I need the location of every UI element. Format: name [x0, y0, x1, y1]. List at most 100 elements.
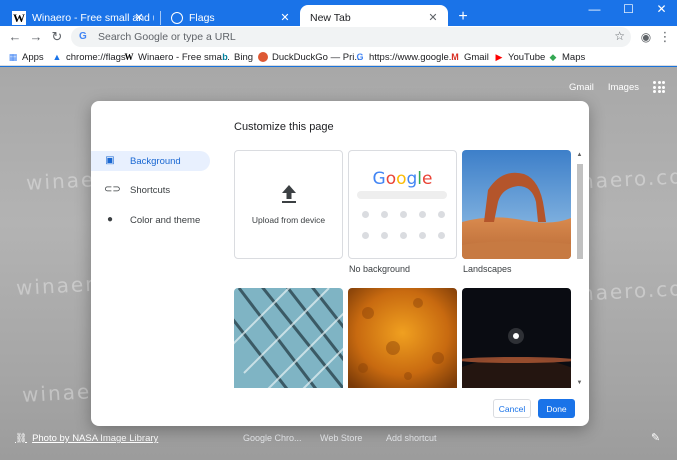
- image-icon: ▣: [105, 155, 115, 166]
- shortcut-label[interactable]: Google Chro...: [243, 433, 302, 443]
- bookmark-star-icon[interactable]: ☆: [614, 29, 625, 43]
- preview-dot: [438, 232, 445, 239]
- winaero-icon: W: [12, 10, 26, 25]
- forward-arrow-icon[interactable]: →: [27, 28, 45, 46]
- preview-dot: [362, 232, 369, 239]
- google-logo: Google: [372, 169, 433, 189]
- bottom-bar: ⛓ Photo by NASA Image Library Google Chr…: [0, 428, 677, 448]
- palette-icon: ●: [106, 214, 114, 225]
- scroll-down-icon[interactable]: ▼: [575, 380, 584, 386]
- maps-icon: ◆: [549, 52, 557, 62]
- link-icon: ⊂⊃: [104, 184, 121, 195]
- gmail-icon: M: [451, 52, 459, 62]
- winaero-icon: W: [124, 52, 134, 62]
- google-icon: G: [356, 52, 364, 62]
- bookmark-apps[interactable]: ▦ Apps: [8, 49, 44, 65]
- upload-arrow-icon: [281, 184, 296, 203]
- architecture-tile[interactable]: [234, 288, 343, 388]
- preview-search-bar: [357, 191, 447, 199]
- menu-item-label: Shortcuts: [130, 184, 171, 196]
- link-icon: ⛓: [15, 433, 28, 444]
- maximize-button[interactable]: ☐: [612, 0, 645, 20]
- landscape-image: [462, 150, 571, 259]
- tab-title: Flags: [189, 12, 215, 24]
- preview-dot: [381, 232, 388, 239]
- scrollbar[interactable]: ▲ ▼: [575, 152, 584, 388]
- menu-item-background[interactable]: ▣ Background: [91, 151, 210, 171]
- close-window-button[interactable]: ✕: [645, 0, 677, 20]
- bookmark-chrome-flags[interactable]: ▲ chrome://flags: [52, 49, 126, 65]
- space-image: [462, 288, 571, 388]
- upload-from-device-tile[interactable]: Upload from device: [234, 150, 343, 259]
- duckduckgo-icon: [258, 52, 268, 62]
- preview-dot: [381, 211, 388, 218]
- bookmark-winaero[interactable]: W Winaero - Free sma...: [124, 49, 230, 65]
- scroll-thumb[interactable]: [577, 164, 583, 259]
- menu-item-color-theme[interactable]: ● Color and theme: [91, 210, 210, 230]
- bookmark-label: YouTube: [508, 51, 546, 63]
- tab-separator: [160, 11, 161, 25]
- texture-image: [348, 288, 457, 388]
- bing-icon: b: [222, 52, 228, 62]
- bookmark-google[interactable]: G https://www.google...: [355, 49, 457, 65]
- gmail-link[interactable]: Gmail: [569, 82, 594, 93]
- apps-grid-icon[interactable]: [653, 81, 665, 93]
- omnibox[interactable]: G ☆: [71, 27, 631, 47]
- reload-icon[interactable]: ↻: [48, 28, 66, 46]
- top-links: Gmail Images: [569, 81, 677, 93]
- bookmark-label: DuckDuckGo — Pri...: [272, 51, 363, 63]
- bookmark-bing[interactable]: b Bing: [220, 49, 253, 65]
- cancel-button[interactable]: Cancel: [493, 399, 531, 418]
- close-tab-icon[interactable]: ✕: [278, 11, 292, 25]
- menu-item-label: Background: [130, 155, 181, 167]
- done-button[interactable]: Done: [538, 399, 575, 418]
- profile-icon[interactable]: ◉: [637, 28, 655, 46]
- no-background-tile[interactable]: Google: [348, 150, 457, 259]
- address-input[interactable]: [98, 31, 598, 43]
- bookmark-label: Gmail: [464, 51, 489, 63]
- shortcut-label[interactable]: Web Store: [320, 433, 362, 443]
- menu-kebab-icon[interactable]: ⋮: [656, 28, 674, 46]
- tab-title: New Tab: [310, 12, 351, 24]
- no-background-label: No background: [349, 264, 411, 274]
- landscapes-tile[interactable]: [462, 150, 571, 259]
- bookmark-label: Winaero - Free sma...: [138, 51, 230, 63]
- bookmark-label: Apps: [22, 51, 44, 63]
- close-tab-icon[interactable]: ✕: [132, 11, 146, 25]
- back-arrow-icon[interactable]: ←: [6, 28, 24, 46]
- landscapes-label: Landscapes: [463, 264, 512, 274]
- bookmark-duckduckgo[interactable]: DuckDuckGo — Pri...: [258, 49, 362, 65]
- space-tile[interactable]: [462, 288, 571, 388]
- preview-dot: [419, 232, 426, 239]
- toolbar: ← → ↻ G ☆ ◉ ⋮: [0, 26, 677, 48]
- bookmark-youtube[interactable]: ▶ YouTube: [494, 49, 546, 65]
- bookmark-label: https://www.google...: [369, 51, 457, 63]
- menu-item-shortcuts[interactable]: ⊂⊃ Shortcuts: [91, 180, 210, 200]
- youtube-icon: ▶: [495, 52, 503, 62]
- preview-dot: [438, 211, 445, 218]
- dialog-title: Customize this page: [234, 121, 334, 133]
- preview-dot: [400, 232, 407, 239]
- bookmark-gmail[interactable]: M Gmail: [450, 49, 489, 65]
- new-tab-button[interactable]: +: [454, 8, 472, 26]
- texture-tile[interactable]: [348, 288, 457, 388]
- flags-icon: ▲: [52, 52, 62, 62]
- bookmark-maps[interactable]: ◆ Maps: [548, 49, 586, 65]
- images-link[interactable]: Images: [608, 82, 639, 93]
- close-tab-icon[interactable]: ✕: [426, 11, 440, 25]
- minimize-button[interactable]: —: [578, 0, 611, 20]
- scroll-up-icon[interactable]: ▲: [575, 152, 584, 158]
- bookmark-label: Bing: [234, 51, 254, 63]
- architecture-image: [234, 288, 343, 388]
- photo-credit-link[interactable]: ⛓ Photo by NASA Image Library: [15, 433, 158, 444]
- google-g-icon: G: [79, 31, 87, 42]
- customize-dialog: Customize this page ▣ Background ⊂⊃ Shor…: [91, 101, 589, 426]
- preview-dot: [419, 211, 426, 218]
- globe-icon: [171, 12, 183, 24]
- apps-icon: ▦: [8, 52, 18, 62]
- shortcut-label[interactable]: Add shortcut: [386, 433, 437, 443]
- preview-dot: [362, 211, 369, 218]
- preview-dot: [400, 211, 407, 218]
- edit-pencil-icon[interactable]: ✎: [651, 431, 660, 444]
- photo-credit-label: Photo by NASA Image Library: [32, 433, 159, 444]
